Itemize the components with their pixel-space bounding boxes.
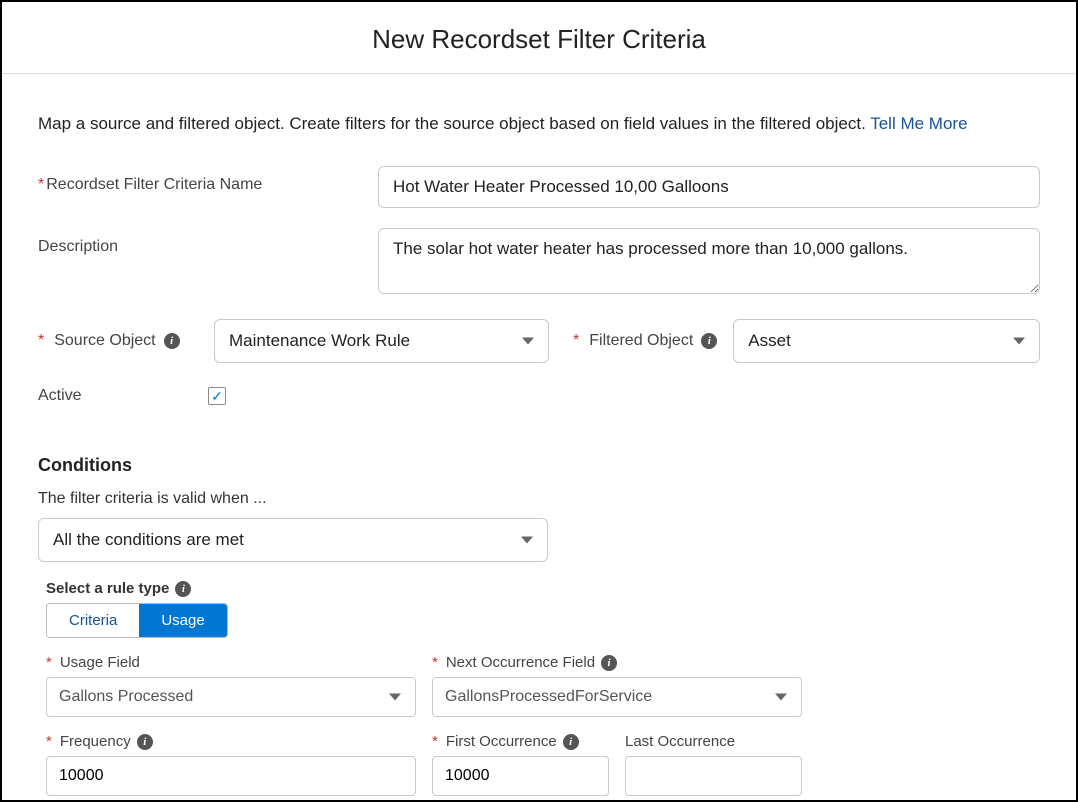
info-icon[interactable]: i <box>164 333 180 349</box>
frequency-label-text: Frequency <box>60 733 131 750</box>
row-name: *Recordset Filter Criteria Name <box>38 166 1040 208</box>
label-frequency: * Frequency i <box>46 733 416 750</box>
required-star: * <box>38 176 44 193</box>
intro-body: Map a source and filtered object. Create… <box>38 114 870 133</box>
description-input[interactable] <box>378 228 1040 294</box>
usage-field-label-text: Usage Field <box>60 654 140 671</box>
next-occ-label-text: Next Occurrence Field <box>446 654 595 671</box>
filtered-object-value: Asset <box>748 331 791 351</box>
row-description: Description <box>38 228 1040 299</box>
filtered-label-text: Filtered Object <box>589 332 693 350</box>
required-star: * <box>38 332 44 350</box>
required-star: * <box>432 654 438 671</box>
label-last-occurrence: Last Occurrence <box>625 733 802 750</box>
rule-type-toggle: Criteria Usage <box>46 603 228 638</box>
conditions-subtext: The filter criteria is valid when ... <box>38 490 1040 508</box>
info-icon[interactable]: i <box>701 333 717 349</box>
modal-frame: New Recordset Filter Criteria Map a sour… <box>0 0 1078 802</box>
source-object-select[interactable]: Maintenance Work Rule <box>214 319 549 363</box>
label-usage-field: * Usage Field <box>46 654 416 671</box>
next-occurrence-value: GallonsProcessedForService <box>445 688 652 706</box>
tell-me-more-link[interactable]: Tell Me More <box>870 114 967 133</box>
content-area: Map a source and filtered object. Create… <box>2 114 1076 796</box>
info-icon[interactable]: i <box>601 655 617 671</box>
info-icon[interactable]: i <box>137 734 153 750</box>
source-object-value: Maintenance Work Rule <box>229 331 410 351</box>
info-icon[interactable]: i <box>175 581 191 597</box>
conditions-heading: Conditions <box>38 455 1040 476</box>
divider <box>2 73 1076 74</box>
chevron-down-icon <box>775 694 787 701</box>
label-active: Active <box>38 387 208 405</box>
label-filtered-object: * Filtered Object i <box>573 332 717 350</box>
label-first-occurrence: * First Occurrence i <box>432 733 609 750</box>
usage-field-value: Gallons Processed <box>59 688 193 706</box>
source-label-text: Source Object <box>54 332 155 350</box>
row-objects: * Source Object i Maintenance Work Rule *… <box>38 319 1040 363</box>
first-occ-label-text: First Occurrence <box>446 733 557 750</box>
label-description: Description <box>38 228 378 256</box>
rule-type-text: Select a rule type <box>46 580 169 597</box>
info-icon[interactable]: i <box>563 734 579 750</box>
last-occ-label-text: Last Occurrence <box>625 733 735 750</box>
label-name: *Recordset Filter Criteria Name <box>38 166 378 194</box>
filtered-object-select[interactable]: Asset <box>733 319 1040 363</box>
label-rule-type: Select a rule type i <box>46 580 1040 597</box>
page-title: New Recordset Filter Criteria <box>2 2 1076 73</box>
usage-field-select[interactable]: Gallons Processed <box>46 677 416 717</box>
chevron-down-icon <box>521 537 533 544</box>
label-source-object: * Source Object i <box>38 332 198 350</box>
condition-logic-value: All the conditions are met <box>53 530 244 550</box>
name-input[interactable] <box>378 166 1040 208</box>
condition-logic-select[interactable]: All the conditions are met <box>38 518 548 562</box>
required-star: * <box>432 733 438 750</box>
required-star: * <box>46 654 52 671</box>
chevron-down-icon <box>522 338 534 345</box>
label-next-occurrence: * Next Occurrence Field i <box>432 654 802 671</box>
tab-criteria[interactable]: Criteria <box>47 604 139 637</box>
required-star: * <box>46 733 52 750</box>
next-occurrence-select[interactable]: GallonsProcessedForService <box>432 677 802 717</box>
first-occurrence-input[interactable] <box>432 756 609 796</box>
required-star: * <box>573 332 579 350</box>
active-checkbox[interactable]: ✓ <box>208 387 226 405</box>
tab-usage[interactable]: Usage <box>139 604 226 637</box>
chevron-down-icon <box>389 694 401 701</box>
last-occurrence-input[interactable] <box>625 756 802 796</box>
chevron-down-icon <box>1013 338 1025 345</box>
row-active: Active ✓ <box>38 387 1040 405</box>
name-label-text: Recordset Filter Criteria Name <box>46 176 262 193</box>
intro-text: Map a source and filtered object. Create… <box>38 114 1040 134</box>
frequency-input[interactable] <box>46 756 416 796</box>
